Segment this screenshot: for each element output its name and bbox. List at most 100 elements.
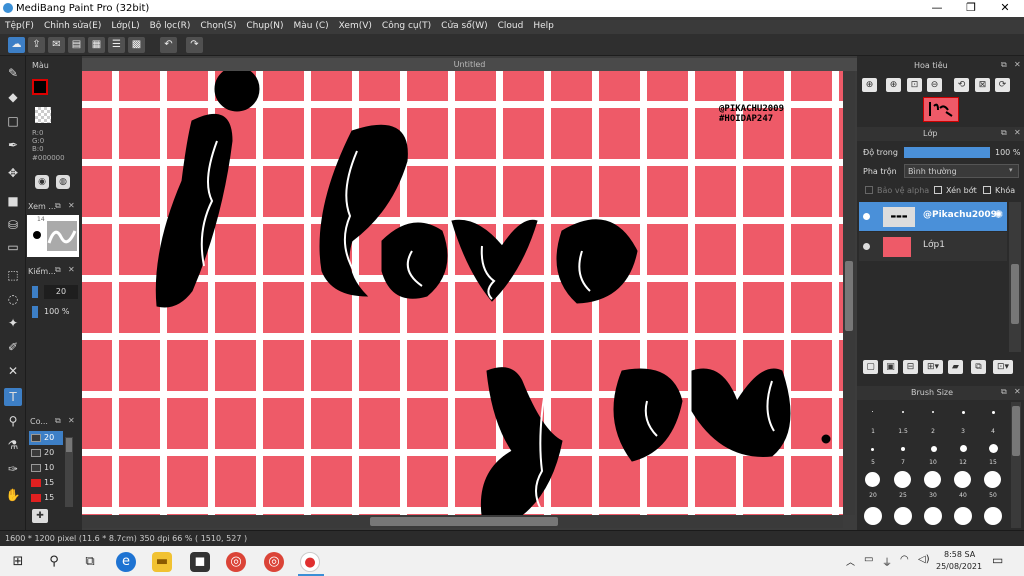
brush-size-option[interactable] bbox=[901, 447, 905, 451]
add-brush-icon[interactable]: ✚ bbox=[32, 509, 48, 523]
visibility-eye-icon[interactable] bbox=[863, 213, 870, 220]
eyedropper-tool-icon[interactable]: ✑ bbox=[4, 460, 22, 478]
visibility-eye-icon[interactable] bbox=[863, 243, 870, 250]
brush-size-option[interactable] bbox=[894, 471, 911, 488]
artwork-canvas[interactable]: @PIKACHU2009 #HOIDAP247 bbox=[82, 71, 843, 515]
brush-size-input[interactable]: 20 bbox=[44, 285, 78, 299]
brush-size-option[interactable] bbox=[984, 471, 1001, 488]
brush-size-option[interactable] bbox=[931, 446, 937, 452]
fit-icon[interactable]: ⊡ bbox=[907, 78, 922, 92]
select-tool-icon[interactable]: ⬚ bbox=[4, 266, 22, 284]
redo-icon[interactable]: ↷ bbox=[186, 37, 203, 53]
volume-icon[interactable]: ◁) bbox=[918, 554, 930, 565]
brush-size-option[interactable] bbox=[864, 507, 882, 525]
menu-layer[interactable]: Lớp(L) bbox=[106, 21, 144, 31]
chevron-up-icon[interactable]: ︿ bbox=[846, 555, 855, 568]
panel-close-icon[interactable]: ✕ bbox=[68, 265, 75, 274]
menu-filter[interactable]: Bộ lọc(R) bbox=[145, 21, 196, 31]
list-icon[interactable]: ☰ bbox=[108, 37, 125, 53]
panel-close-icon[interactable]: ✕ bbox=[1014, 387, 1021, 396]
select-eraser-tool-icon[interactable]: ✕ bbox=[4, 362, 22, 380]
menu-cloud[interactable]: Cloud bbox=[493, 21, 529, 31]
brush-item[interactable]: 15 bbox=[29, 491, 63, 505]
zoom-out-icon[interactable]: ⊕ bbox=[886, 78, 901, 92]
medibang-icon[interactable]: ● bbox=[300, 552, 320, 572]
new-layer-icon[interactable]: ▢ bbox=[863, 360, 878, 374]
divide-tool-icon[interactable]: ⚲ bbox=[4, 412, 22, 430]
brush-size-option[interactable] bbox=[924, 507, 942, 525]
panel-close-icon[interactable]: ✕ bbox=[68, 416, 75, 425]
opacity-slider[interactable] bbox=[904, 147, 990, 158]
gradient-tool-icon[interactable]: ▭ bbox=[4, 238, 22, 256]
edge-browser-icon[interactable]: e bbox=[116, 552, 136, 572]
duplicate-layer-icon[interactable]: ⧉ bbox=[971, 360, 986, 374]
navigator-thumbnail[interactable] bbox=[923, 97, 959, 122]
brush-item[interactable]: 20 bbox=[29, 446, 63, 460]
palette-edit-icon[interactable]: ◍ bbox=[56, 175, 70, 189]
protect-alpha-checkbox[interactable] bbox=[865, 186, 873, 194]
layer-scrollbar[interactable] bbox=[1009, 202, 1021, 352]
battery-icon[interactable]: ▭ bbox=[864, 554, 873, 565]
lock-checkbox[interactable] bbox=[983, 186, 991, 194]
text-tool-icon[interactable]: T bbox=[4, 388, 22, 406]
layer-item[interactable]: ▬▬▬ @Pikachu2009 ✺ bbox=[859, 202, 1007, 231]
document-icon[interactable]: ▦ bbox=[88, 37, 105, 53]
brush-size-option[interactable] bbox=[932, 411, 934, 413]
brush-size-option[interactable] bbox=[992, 411, 995, 414]
bucket-tool-icon[interactable]: ⛁ bbox=[4, 216, 22, 234]
select-pen-tool-icon[interactable]: ✐ bbox=[4, 338, 22, 356]
clock-date[interactable]: 25/08/2021 bbox=[936, 562, 982, 571]
comment-icon[interactable]: ✉ bbox=[48, 37, 65, 53]
actual-size-icon[interactable]: ⊖ bbox=[927, 78, 942, 92]
brush-size-option[interactable] bbox=[902, 411, 904, 413]
brush-size-option[interactable] bbox=[872, 411, 873, 412]
clock-time[interactable]: 8:58 SA bbox=[944, 550, 975, 559]
brush-item[interactable]: 10 bbox=[29, 461, 63, 475]
palette-icon[interactable]: ◉ bbox=[35, 175, 49, 189]
usb-icon[interactable]: ⏚ bbox=[882, 554, 892, 569]
merge-layer-icon[interactable]: ⊡▾ bbox=[993, 360, 1013, 374]
brush-list-scrollbar[interactable] bbox=[65, 437, 73, 507]
magic-wand-tool-icon[interactable]: ✦ bbox=[4, 314, 22, 332]
expand-icon[interactable]: ⧉ bbox=[55, 416, 61, 426]
brush-size-option[interactable] bbox=[894, 507, 912, 525]
hand-tool-icon[interactable]: ✋ bbox=[4, 486, 22, 504]
share-icon[interactable]: ⇪ bbox=[28, 37, 45, 53]
rotate-left-icon[interactable]: ⟲ bbox=[954, 78, 969, 92]
fill-rect-tool-icon[interactable]: ■ bbox=[4, 192, 22, 210]
delete-layer-icon[interactable]: ⊟ bbox=[903, 360, 918, 374]
layer-menu-icon[interactable]: ⊞▾ bbox=[923, 360, 943, 374]
eraser-tool-icon[interactable]: ◆ bbox=[4, 88, 22, 106]
menu-help[interactable]: Help bbox=[528, 21, 559, 31]
expand-icon[interactable]: ⧉ bbox=[1001, 128, 1007, 138]
expand-icon[interactable]: ⧉ bbox=[55, 201, 61, 211]
windows-start-icon[interactable]: ⊞ bbox=[8, 552, 28, 572]
rotate-right-icon[interactable]: ⟳ bbox=[995, 78, 1010, 92]
primary-color-swatch[interactable] bbox=[32, 79, 48, 95]
lasso-tool-icon[interactable]: ◌ bbox=[4, 290, 22, 308]
cloud-icon[interactable]: ☁ bbox=[8, 37, 25, 53]
canvas-tab[interactable]: Untitled bbox=[82, 58, 857, 71]
panel-close-icon[interactable]: ✕ bbox=[68, 201, 75, 210]
maximize-button[interactable]: ❐ bbox=[954, 0, 988, 17]
undo-icon[interactable]: ↶ bbox=[160, 37, 177, 53]
dropper-tool-icon[interactable]: ⚗ bbox=[4, 436, 22, 454]
pen-tool-icon[interactable]: ✒ bbox=[4, 136, 22, 154]
new-halftone-layer-icon[interactable]: ▣ bbox=[883, 360, 898, 374]
panel-close-icon[interactable]: ✕ bbox=[1014, 60, 1021, 69]
expand-icon[interactable]: ⧉ bbox=[55, 265, 61, 275]
flip-icon[interactable]: ⊠ bbox=[975, 78, 990, 92]
brush-size-option[interactable] bbox=[924, 471, 941, 488]
expand-icon[interactable]: ⧉ bbox=[1001, 60, 1007, 70]
chrome-icon[interactable]: ◎ bbox=[226, 552, 246, 572]
chrome-profile-icon[interactable]: ◎ bbox=[264, 552, 284, 572]
menu-color[interactable]: Màu (C) bbox=[289, 21, 334, 31]
search-icon[interactable]: ⚲ bbox=[44, 552, 64, 572]
minimize-button[interactable]: — bbox=[920, 0, 954, 17]
panel-close-icon[interactable]: ✕ bbox=[1014, 128, 1021, 137]
store-icon[interactable]: ◼ bbox=[190, 552, 210, 572]
secondary-color-swatch[interactable] bbox=[35, 107, 51, 123]
brush-size-option[interactable] bbox=[960, 445, 967, 452]
vertical-scrollbar[interactable] bbox=[843, 71, 855, 515]
menu-tools[interactable]: Công cụ(T) bbox=[377, 21, 436, 31]
